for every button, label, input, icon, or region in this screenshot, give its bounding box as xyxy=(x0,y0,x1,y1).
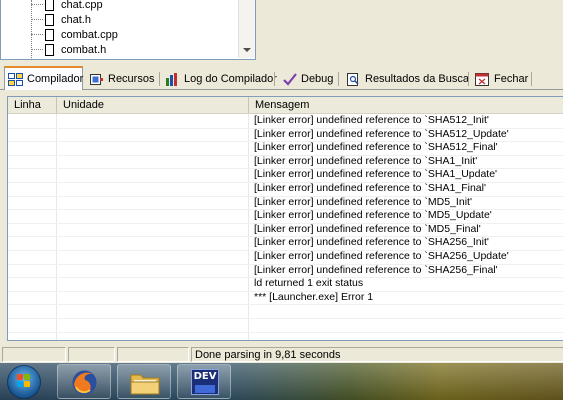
checkmark-icon xyxy=(282,72,297,86)
table-row[interactable]: [Linker error] undefined reference to `S… xyxy=(8,114,563,129)
tree-file-label: combat.h xyxy=(61,43,107,56)
dev-cpp-label: DEV xyxy=(193,371,217,382)
dev-cpp-icon: DEV xyxy=(191,369,219,395)
file-icon xyxy=(45,43,54,56)
output-tab-bar: Compilador Recursos Log do Compilador De… xyxy=(0,66,563,90)
cell-mensagem: [Linker error] undefined reference to `S… xyxy=(254,154,478,167)
cell-mensagem: [Linker error] undefined reference to `S… xyxy=(254,263,498,276)
column-header-unidade[interactable]: Unidade xyxy=(57,97,249,113)
tree-file-item[interactable]: chat.h xyxy=(31,12,91,27)
cell-mensagem: [Linker error] undefined reference to `S… xyxy=(254,127,509,140)
status-panel xyxy=(117,347,189,362)
folder-icon xyxy=(130,374,160,395)
table-row[interactable]: [Linker error] undefined reference to `M… xyxy=(8,223,563,238)
cell-mensagem: [Linker error] undefined reference to `S… xyxy=(254,168,498,181)
status-message-panel: Done parsing in 9,81 seconds xyxy=(191,347,563,362)
taskbar-devcpp-button[interactable]: DEV xyxy=(177,364,231,399)
file-icon xyxy=(45,13,54,26)
table-row[interactable]: [Linker error] undefined reference to `S… xyxy=(8,182,563,197)
tree-scrollbar[interactable] xyxy=(238,0,255,58)
table-row[interactable]: ld returned 1 exit status xyxy=(8,277,563,292)
cell-mensagem: *** [Launcher.exe] Error 1 xyxy=(254,290,374,303)
table-row[interactable] xyxy=(8,304,563,319)
tree-file-label: chat.h xyxy=(61,13,91,26)
table-row[interactable]: [Linker error] undefined reference to `M… xyxy=(8,209,563,224)
tab-label: Compilador xyxy=(27,73,84,85)
table-row[interactable]: [Linker error] undefined reference to `S… xyxy=(8,128,563,143)
status-message: Done parsing in 9,81 seconds xyxy=(195,349,341,361)
tab-fechar[interactable]: Fechar xyxy=(472,69,532,89)
taskbar-explorer-button[interactable] xyxy=(117,364,171,399)
tab-label: Log do Compilador xyxy=(184,73,277,85)
tree-file-item[interactable]: combat.cpp xyxy=(31,27,118,42)
cell-mensagem: [Linker error] undefined reference to `M… xyxy=(254,222,481,235)
cell-mensagem: [Linker error] undefined reference to `S… xyxy=(254,236,489,249)
file-icon xyxy=(45,0,54,11)
tab-label: Resultados da Busca xyxy=(365,73,469,85)
tree-file-item[interactable]: chat.cpp xyxy=(31,0,103,12)
table-row[interactable] xyxy=(8,332,563,340)
status-panel xyxy=(2,347,66,362)
tree-file-label: chat.cpp xyxy=(61,0,103,11)
cell-mensagem: ld returned 1 exit status xyxy=(254,277,364,290)
table-row[interactable] xyxy=(8,318,563,333)
column-header-linha[interactable]: Linha xyxy=(8,97,57,113)
tab-recursos[interactable]: Recursos xyxy=(86,69,160,89)
column-header-mensagem[interactable]: Mensagem xyxy=(249,97,563,113)
tree-file-label: combat.cpp xyxy=(61,28,118,41)
project-file-tree[interactable]: chat.cpp chat.h combat.cpp combat.h xyxy=(0,0,256,60)
compiler-grid-icon xyxy=(8,72,23,86)
resources-icon xyxy=(89,73,104,86)
tab-label: Debug xyxy=(301,73,334,85)
table-header: Linha Unidade Mensagem xyxy=(8,97,563,114)
tab-compilador[interactable]: Compilador xyxy=(4,66,83,90)
windows-taskbar: DEV xyxy=(0,363,563,400)
cell-mensagem: [Linker error] undefined reference to `S… xyxy=(254,141,498,154)
cell-mensagem: [Linker error] undefined reference to `M… xyxy=(254,209,492,222)
table-row[interactable]: [Linker error] undefined reference to `S… xyxy=(8,264,563,279)
tab-resultados-da-busca[interactable]: Resultados da Busca xyxy=(343,69,469,89)
table-body: [Linker error] undefined reference to `S… xyxy=(8,114,563,340)
cell-mensagem: [Linker error] undefined reference to `S… xyxy=(254,250,509,262)
status-panel xyxy=(68,347,115,362)
compiler-messages-table[interactable]: Linha Unidade Mensagem [Linker error] un… xyxy=(7,96,563,341)
tab-debug[interactable]: Debug xyxy=(279,69,339,89)
table-row[interactable]: [Linker error] undefined reference to `S… xyxy=(8,168,563,183)
scroll-down-arrow-icon[interactable] xyxy=(243,48,251,52)
tree-file-item[interactable]: combat.h xyxy=(31,42,106,57)
tab-log-do-compilador[interactable]: Log do Compilador xyxy=(162,69,277,89)
table-row[interactable]: [Linker error] undefined reference to `S… xyxy=(8,155,563,170)
bar-chart-icon xyxy=(165,72,180,86)
status-bar: Done parsing in 9,81 seconds xyxy=(0,346,563,363)
table-row[interactable]: *** [Launcher.exe] Error 1 xyxy=(8,291,563,306)
windows-orb-icon[interactable] xyxy=(7,365,41,399)
file-icon xyxy=(45,28,54,41)
table-row[interactable]: [Linker error] undefined reference to `M… xyxy=(8,196,563,211)
firefox-icon xyxy=(72,370,97,395)
tab-label: Recursos xyxy=(108,73,155,85)
cell-mensagem: [Linker error] undefined reference to `M… xyxy=(254,195,472,208)
close-tab-icon xyxy=(475,72,490,86)
cell-mensagem: [Linker error] undefined reference to `S… xyxy=(254,182,486,194)
tab-label: Fechar xyxy=(494,73,529,85)
search-results-icon xyxy=(346,72,361,86)
table-row[interactable]: [Linker error] undefined reference to `S… xyxy=(8,250,563,265)
cell-mensagem: [Linker error] undefined reference to `S… xyxy=(254,114,489,126)
table-row[interactable]: [Linker error] undefined reference to `S… xyxy=(8,236,563,251)
table-row[interactable]: [Linker error] undefined reference to `S… xyxy=(8,141,563,156)
taskbar-firefox-button[interactable] xyxy=(57,364,111,399)
